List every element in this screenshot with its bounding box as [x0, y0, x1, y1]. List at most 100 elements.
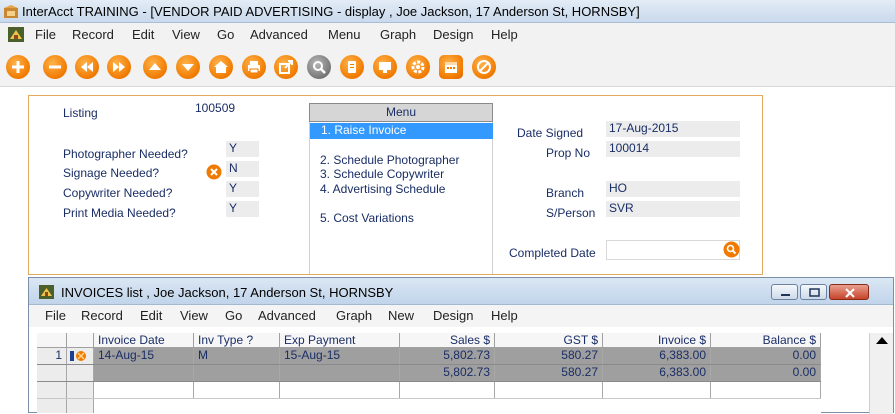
totals-blank-cell	[194, 365, 280, 381]
invoices-window-icon[interactable]	[39, 285, 54, 299]
branch-field[interactable]: HO	[606, 181, 740, 197]
empty-cell	[603, 382, 711, 398]
invoices-menu-view[interactable]: View	[180, 308, 208, 323]
totals-row-icon-cell	[67, 365, 94, 381]
search-icon[interactable]	[307, 55, 331, 79]
branch-label: Branch	[546, 186, 585, 200]
cell-balance: 0.00	[711, 348, 821, 364]
window-menu-icon[interactable]	[8, 27, 24, 42]
settings-icon[interactable]	[406, 55, 430, 79]
notes-icon[interactable]	[340, 55, 364, 79]
empty-row-icon-cell	[67, 399, 94, 413]
print-media-needed-label: Print Media Needed?	[63, 206, 176, 220]
invoices-menu-file[interactable]: File	[45, 308, 66, 323]
menu-item-schedule-photographer[interactable]: 2. Schedule Photographer	[320, 153, 459, 167]
invoices-menu-record[interactable]: Record	[81, 308, 123, 323]
rewind-icon[interactable]	[75, 55, 99, 79]
copywriter-needed-field[interactable]: Y	[226, 181, 259, 197]
empty-row-icon-cell	[67, 382, 94, 398]
menu-graph[interactable]: Graph	[380, 27, 416, 42]
copywriter-needed-label: Copywriter Needed?	[63, 186, 173, 200]
maximize-button[interactable]	[800, 284, 827, 300]
sperson-field[interactable]: SVR	[606, 201, 740, 217]
empty-row-number	[37, 399, 67, 413]
menu-record[interactable]: Record	[72, 27, 114, 42]
column-header-exp-payment[interactable]: Exp Payment	[280, 333, 400, 348]
empty-cell	[711, 382, 821, 398]
menu-menu[interactable]: Menu	[328, 27, 361, 42]
invoices-menu-new[interactable]: New	[388, 308, 414, 323]
menu-help[interactable]: Help	[491, 27, 518, 42]
empty-cell	[495, 382, 603, 398]
total-balance: 0.00	[711, 365, 821, 381]
down-icon[interactable]	[176, 55, 200, 79]
column-header-inv-type[interactable]: Inv Type ?	[194, 333, 280, 348]
calendar-icon[interactable]	[439, 55, 463, 79]
menu-view[interactable]: View	[172, 27, 200, 42]
row-pointer-icon[interactable]	[67, 348, 94, 364]
remove-icon[interactable]	[43, 55, 67, 79]
home-icon[interactable]	[209, 55, 233, 79]
total-invoice: 6,383.00	[603, 365, 711, 381]
window-title: InterAcct TRAINING - [VENDOR PAID ADVERT…	[22, 4, 640, 19]
print-media-needed-field[interactable]: Y	[226, 201, 259, 217]
signage-needed-label: Signage Needed?	[63, 166, 160, 180]
fast-forward-icon[interactable]	[107, 55, 131, 79]
export-icon[interactable]	[274, 55, 298, 79]
up-icon[interactable]	[143, 55, 167, 79]
date-signed-field[interactable]: 17-Aug-2015	[606, 121, 740, 137]
completed-date-lookup-icon[interactable]	[723, 241, 740, 258]
cancel-icon[interactable]	[472, 55, 496, 79]
cell-sales: 5,802.73	[400, 348, 495, 364]
column-header-sales[interactable]: Sales $	[400, 333, 495, 348]
minimize-button[interactable]	[771, 284, 798, 300]
prop-no-field[interactable]: 100014	[606, 141, 740, 157]
menu-item-raise-invoice[interactable]: 1. Raise Invoice	[310, 123, 493, 139]
total-sales: 5,802.73	[400, 365, 495, 381]
invoices-menu-bar: File Record Edit View Go Advanced Graph …	[29, 305, 893, 327]
prop-no-label: Prop No	[546, 146, 591, 160]
invoices-menu-design[interactable]: Design	[433, 308, 473, 323]
menu-edit[interactable]: Edit	[132, 27, 154, 42]
menu-file[interactable]: File	[35, 27, 56, 42]
print-icon[interactable]	[242, 55, 266, 79]
clear-signage-icon[interactable]	[206, 164, 222, 180]
column-header-invoice[interactable]: Invoice $	[603, 333, 711, 348]
vertical-scrollbar[interactable]	[869, 333, 893, 414]
sperson-label: S/Person	[546, 206, 596, 220]
menu-item-cost-variations[interactable]: 5. Cost Variations	[320, 211, 414, 225]
app-icon	[4, 5, 18, 18]
empty-cell	[94, 382, 194, 398]
totals-blank-cell	[94, 365, 194, 381]
invoices-menu-edit[interactable]: Edit	[140, 308, 162, 323]
table-row[interactable]: 1 14-Aug-15 M 15-Aug-15 5,802.73 580.27 …	[37, 348, 821, 365]
cell-invoice-date: 14-Aug-15	[94, 348, 194, 364]
invoices-window-title: INVOICES list , Joe Jackson, 17 Anderson…	[61, 285, 394, 300]
column-header-invoice-date[interactable]: Invoice Date	[94, 333, 194, 348]
column-header-gst[interactable]: GST $	[495, 333, 603, 348]
toolbar	[0, 47, 895, 87]
menu-go[interactable]: Go	[217, 27, 234, 42]
completed-date-field[interactable]	[606, 240, 740, 260]
invoices-menu-help[interactable]: Help	[491, 308, 518, 323]
photographer-needed-label: Photographer Needed?	[63, 147, 188, 161]
scroll-up-icon[interactable]	[876, 337, 888, 344]
empty-row-number	[37, 382, 67, 398]
menu-design[interactable]: Design	[433, 27, 473, 42]
invoices-menu-advanced[interactable]: Advanced	[258, 308, 316, 323]
menu-item-schedule-copywriter[interactable]: 3. Schedule Copywriter	[320, 167, 444, 181]
signage-needed-field[interactable]: N	[226, 161, 259, 177]
empty-row	[37, 382, 821, 399]
cell-gst: 580.27	[495, 348, 603, 364]
invoices-menu-go[interactable]: Go	[225, 308, 242, 323]
menu-item-advertising-schedule[interactable]: 4. Advertising Schedule	[320, 182, 445, 196]
empty-row	[37, 399, 821, 413]
menu-advanced[interactable]: Advanced	[250, 27, 308, 42]
column-header-balance[interactable]: Balance $	[711, 333, 821, 348]
photographer-needed-field[interactable]: Y	[226, 141, 259, 157]
invoices-menu-graph[interactable]: Graph	[336, 308, 372, 323]
add-icon[interactable]	[6, 55, 30, 79]
cell-exp-payment: 15-Aug-15	[280, 348, 400, 364]
monitor-icon[interactable]	[373, 55, 397, 79]
close-button[interactable]	[829, 284, 869, 300]
